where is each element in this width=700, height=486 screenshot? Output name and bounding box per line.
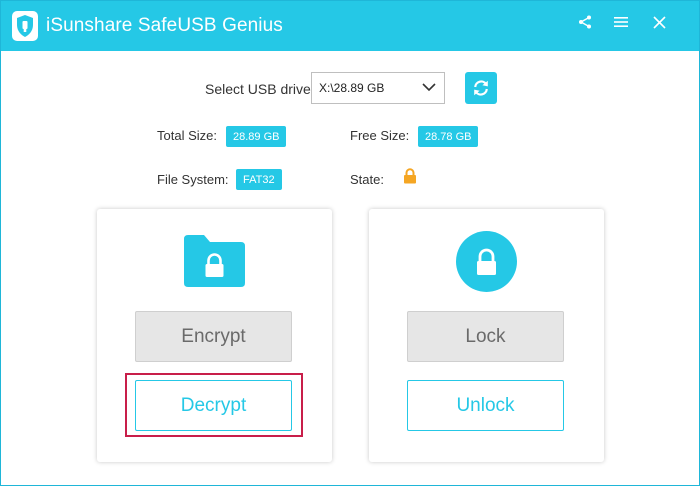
app-title: iSunshare SafeUSB Genius bbox=[46, 15, 283, 36]
lock-icon bbox=[404, 168, 416, 184]
circle-lock-icon bbox=[456, 231, 517, 292]
close-icon bbox=[652, 15, 666, 29]
encrypt-card: Encrypt Decrypt bbox=[97, 209, 332, 462]
free-size-label: Free Size: bbox=[350, 128, 410, 143]
state-label: State: bbox=[350, 172, 384, 187]
share-icon bbox=[579, 15, 591, 29]
app-window: iSunshare SafeUSB Genius Select USB driv… bbox=[0, 0, 700, 486]
usb-drive-selected-value: X:\28.89 GB bbox=[319, 81, 385, 95]
app-logo-icon bbox=[12, 11, 38, 41]
total-size-label: Total Size: bbox=[157, 128, 217, 143]
refresh-button[interactable] bbox=[465, 72, 497, 104]
file-system-label: File System: bbox=[157, 172, 229, 187]
lock-card: Lock Unlock bbox=[369, 209, 604, 462]
chevron-down-icon bbox=[422, 83, 436, 92]
share-button[interactable] bbox=[572, 11, 598, 33]
free-size-badge: 28.78 GB bbox=[418, 126, 479, 147]
file-system-badge: FAT32 bbox=[236, 169, 282, 190]
menu-button[interactable] bbox=[608, 11, 634, 33]
select-usb-drive-label: Select USB drive: bbox=[205, 81, 315, 97]
decrypt-button[interactable]: Decrypt bbox=[135, 380, 292, 431]
refresh-icon bbox=[474, 80, 488, 96]
menu-icon bbox=[614, 17, 628, 27]
title-bar: iSunshare SafeUSB Genius bbox=[1, 1, 699, 51]
unlock-button[interactable]: Unlock bbox=[407, 380, 564, 431]
close-button[interactable] bbox=[646, 11, 672, 33]
folder-lock-icon bbox=[184, 235, 245, 287]
usb-drive-select[interactable]: X:\28.89 GB bbox=[311, 72, 445, 104]
encrypt-button[interactable]: Encrypt bbox=[135, 311, 292, 362]
lock-button[interactable]: Lock bbox=[407, 311, 564, 362]
total-size-badge: 28.89 GB bbox=[226, 126, 287, 147]
